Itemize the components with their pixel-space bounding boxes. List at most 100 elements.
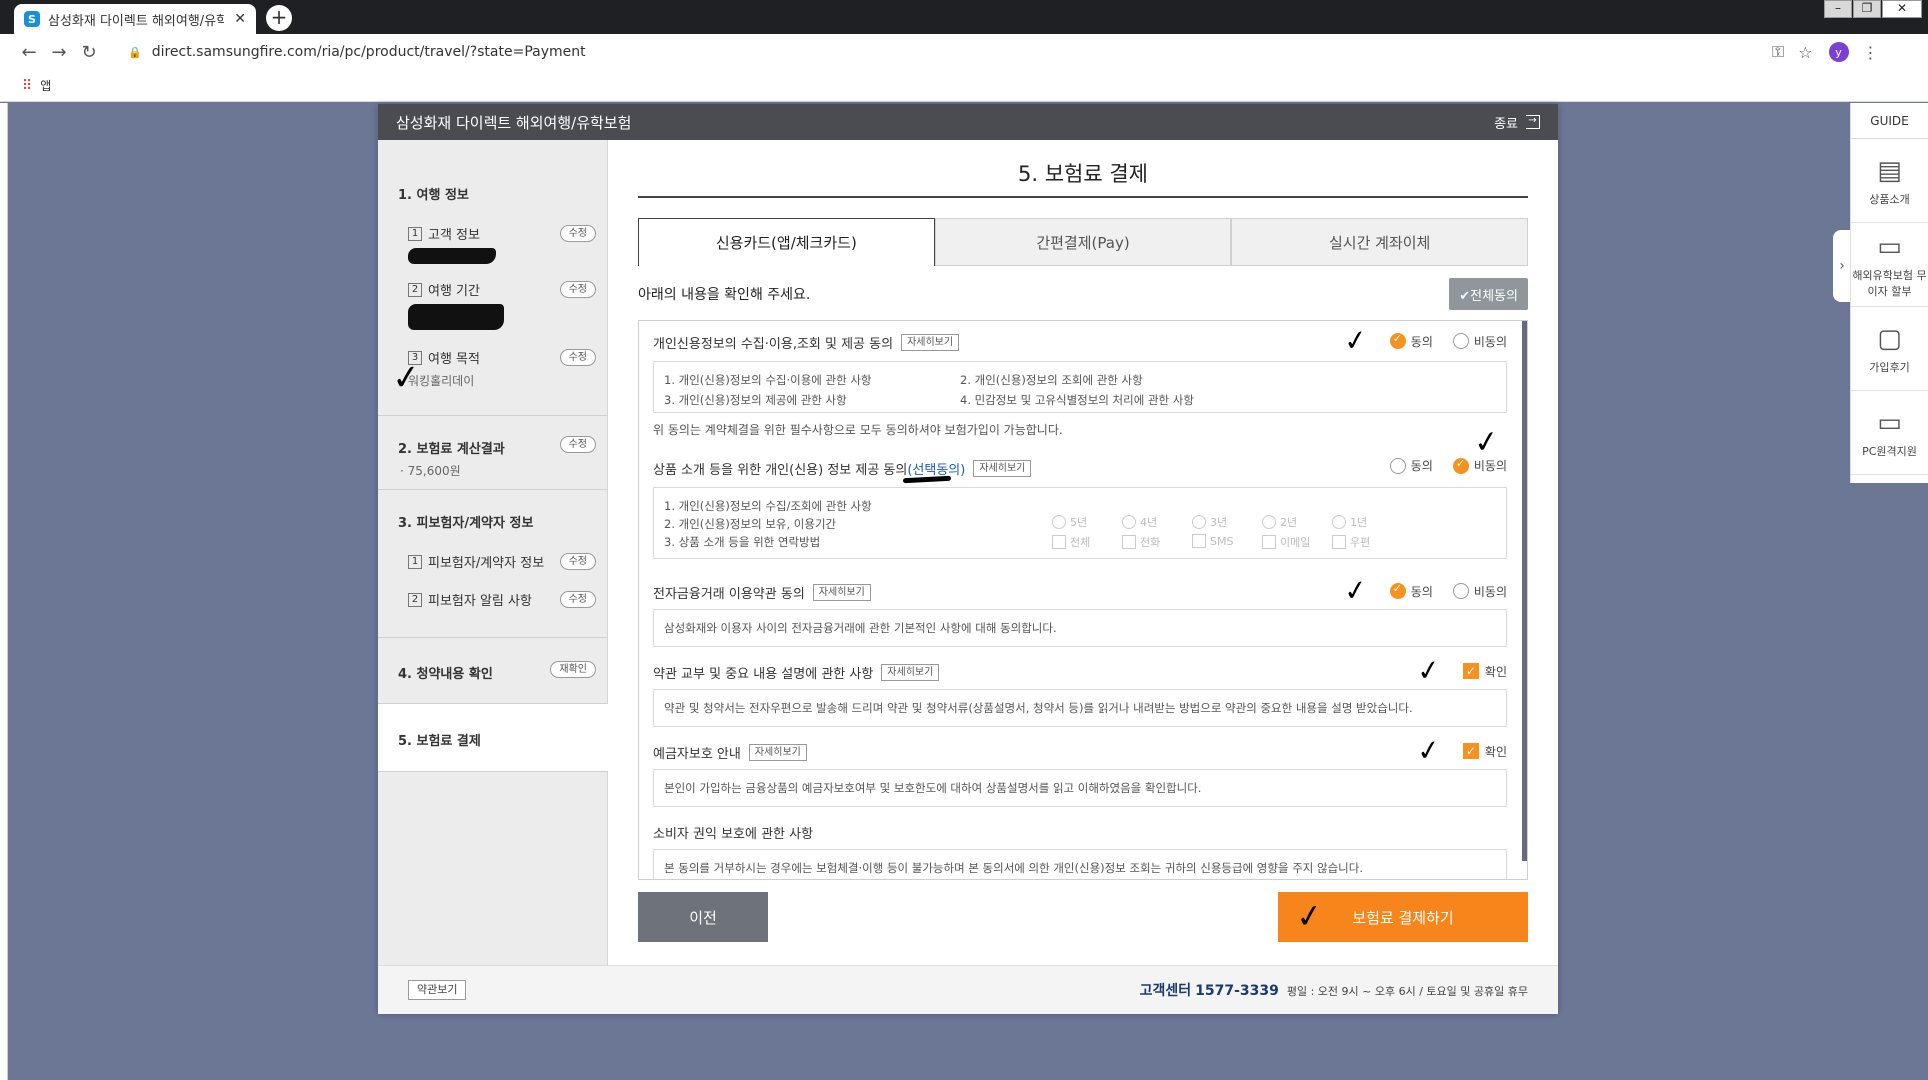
tab-easy-pay[interactable]: 간편결제(Pay) [934, 218, 1232, 266]
pay-premium-button[interactable]: ✓ 보험료 결제하기 [1278, 892, 1528, 942]
agree-radio[interactable]: 동의 [1389, 582, 1433, 600]
sidebar-item-insured-notice[interactable]: 2 피보험자 알림 사항 [408, 590, 532, 609]
confirm-checkbox[interactable]: ✓ 확인 [1462, 743, 1507, 760]
period-1y-radio[interactable]: 1년 [1332, 514, 1367, 530]
redaction-scribble [408, 248, 496, 264]
consent-title-text: 예금자보호 안내 [653, 747, 741, 762]
view-terms-button[interactable]: 약관보기 [408, 980, 467, 1000]
agree-radio[interactable]: 동의 [1389, 457, 1433, 474]
disagree-radio[interactable]: 비동의 [1452, 583, 1507, 600]
consent-details-box: 본인이 가입하는 금융상품의 예금자보호여부 및 보호한도에 대하여 상품설명서… [653, 769, 1507, 807]
sidebar-step-2-title[interactable]: 2. 보험료 계산결과 [398, 438, 505, 457]
consent-details-box: 1. 개인(신용)정보의 수집/조회에 관한 사항 2. 개인(신용)정보의 보… [653, 487, 1507, 559]
guide-item-remote-support[interactable]: ▭ PC원격지원 [1851, 391, 1928, 475]
guide-item-installment[interactable]: ▭ 해외유학보험 무이자 할부 [1851, 223, 1928, 307]
step-sidebar: 1. 여행 정보 1 고객 정보 수정 2 여행 기간 수정 3 여행 목적 수… [378, 140, 608, 965]
restore-icon[interactable]: ❐ [1853, 0, 1881, 18]
detail-view-button[interactable]: 자세히보기 [812, 584, 871, 601]
period-2y-radio[interactable]: 2년 [1262, 514, 1297, 530]
consent-title-text: 소비자 권익 보호에 관한 사항 [653, 827, 814, 842]
checkbox-disabled-icon [1052, 535, 1066, 549]
edit-premium-button[interactable]: 수정 [559, 436, 596, 453]
detail-view-button[interactable]: 자세히보기 [973, 460, 1032, 477]
tab-credit-card[interactable]: 신용카드(앱/체크카드) [638, 218, 935, 266]
detail-view-button[interactable]: 자세히보기 [881, 664, 940, 681]
radio-checked-icon [1389, 582, 1406, 599]
confirm-checkbox[interactable]: ✓ 확인 [1462, 663, 1507, 680]
detail-view-button[interactable]: 자세히보기 [901, 334, 960, 351]
forward-icon[interactable]: → [44, 42, 74, 63]
agree-all-button[interactable]: ✔전체동의 [1449, 278, 1528, 310]
popup-title: 삼성화재 다이렉트 해외여행/유학보험 [396, 113, 632, 132]
guide-item-product-intro[interactable]: ▤ 상품소개 [1851, 139, 1928, 223]
sidebar-step-5-title[interactable]: 5. 보험료 결제 [398, 730, 481, 749]
period-label: 4년 [1140, 516, 1158, 529]
consent-item: 2. 개인(신용)정보의 조회에 관한 사항 [960, 373, 1143, 387]
period-5y-radio[interactable]: 5년 [1052, 514, 1087, 530]
bookmarks-bar: ⠿ 앱 [0, 70, 1928, 102]
guide-toggle-chevron-icon[interactable]: › [1833, 230, 1851, 302]
edit-insured-notice-button[interactable]: 수정 [559, 591, 596, 608]
consent-item: 4. 민감정보 및 고유식별정보의 처리에 관한 사항 [960, 393, 1194, 407]
edit-travel-purpose-button[interactable]: 수정 [559, 349, 596, 366]
scrollbar[interactable] [1522, 321, 1527, 861]
profile-avatar[interactable]: y [1828, 42, 1849, 62]
sidebar-item-customer-info[interactable]: 1 고객 정보 [408, 224, 480, 243]
disagree-radio[interactable]: 비동의 [1452, 333, 1507, 350]
exit-button[interactable]: 종료 → [1494, 113, 1540, 132]
sidebar-item-insured-contractor[interactable]: 1 피보험자/계약자 정보 [408, 552, 544, 571]
edit-travel-period-button[interactable]: 수정 [559, 281, 596, 298]
recheck-button[interactable]: 재확인 [550, 661, 596, 678]
consent-scroll-area[interactable]: 개인신용정보의 수집·이용,조회 및 제공 동의 자세히보기 ✓ 동의 비동의 … [638, 320, 1528, 880]
apps-bookmark[interactable]: 앱 [40, 77, 51, 94]
edit-insured-contractor-button[interactable]: 수정 [559, 553, 596, 570]
tab-close-icon[interactable]: ✕ [234, 11, 246, 27]
address-bar[interactable]: 🔒 direct.samsungfire.com/ria/pc/product/… [118, 38, 1758, 66]
apps-grid-icon[interactable]: ⠿ [22, 78, 32, 94]
sidebar-step-3-title[interactable]: 3. 피보험자/계약자 정보 [398, 512, 533, 531]
checkbox-checked-icon: ✓ [1462, 743, 1479, 759]
sidebar-step-1-title[interactable]: 1. 여행 정보 [398, 184, 469, 203]
consent-details-box: 삼성화재와 이용자 사이의 전자금융거래에 관한 기본적인 사항에 대해 동의합… [653, 609, 1507, 647]
optional-consent-link[interactable]: (선택동의) [907, 459, 965, 478]
method-phone-checkbox[interactable]: 전화 [1122, 534, 1160, 550]
consent-choices: ✓ 동의 비동의 [1342, 573, 1507, 609]
period-3y-radio[interactable]: 3년 [1192, 514, 1227, 530]
consent-item: 2. 개인(신용)정보의 보유, 이용기간 [664, 517, 837, 531]
reload-icon[interactable]: ↻ [74, 42, 104, 63]
method-sms-checkbox[interactable]: SMS [1192, 534, 1233, 548]
redaction-scribble [408, 304, 504, 330]
url-text: direct.samsungfire.com/ria/pc/product/tr… [151, 44, 586, 60]
agree-radio[interactable]: 동의 [1389, 332, 1433, 350]
sidebar-item-label: 여행 목적 [428, 352, 480, 367]
minimize-icon[interactable]: – [1824, 0, 1852, 18]
handwritten-check-icon: ✓ [1342, 322, 1370, 359]
handwritten-check-icon: ✓ [1415, 652, 1444, 689]
sidebar-item-travel-period[interactable]: 2 여행 기간 [408, 280, 480, 299]
radio-empty-icon [1452, 583, 1469, 599]
window-close-icon[interactable]: ✕ [1882, 0, 1922, 18]
star-icon[interactable]: ☆ [1798, 43, 1812, 62]
consent-details-box: 본 동의를 거부하시는 경우에는 보험체결·이행 등이 불가능하며 본 동의서에… [653, 849, 1507, 879]
guide-item-reviews[interactable]: ▢ 가입후기 [1851, 307, 1928, 391]
edit-customer-info-button[interactable]: 수정 [559, 225, 596, 242]
method-mail-checkbox[interactable]: 우편 [1332, 534, 1370, 550]
menu-kebab-icon[interactable]: ⋮ [1863, 43, 1879, 62]
method-email-checkbox[interactable]: 이메일 [1262, 534, 1310, 550]
prev-button[interactable]: 이전 [638, 892, 768, 942]
tab-bank-transfer[interactable]: 실시간 계좌이체 [1231, 218, 1529, 266]
checkbox-label: 확인 [1484, 664, 1507, 679]
period-4y-radio[interactable]: 4년 [1122, 514, 1157, 530]
new-tab-button[interactable]: + [266, 5, 292, 31]
browser-tab[interactable]: S 삼성화재 다이렉트 해외여행/유학보험 ✕ [14, 4, 256, 34]
method-all-checkbox[interactable]: 전체 [1052, 534, 1090, 550]
sidebar-section-travel-info: 1. 여행 정보 1 고객 정보 수정 2 여행 기간 수정 3 여행 목적 수… [378, 140, 608, 416]
detail-view-button[interactable]: 자세히보기 [748, 744, 807, 761]
browser-toolbar: ← → ↻ 🔒 direct.samsungfire.com/ria/pc/pr… [0, 34, 1928, 70]
pay-premium-label: 보험료 결제하기 [1352, 908, 1454, 927]
back-icon[interactable]: ← [14, 42, 44, 63]
checkbox-disabled-icon [1332, 535, 1346, 549]
consent-title: 상품 소개 등을 위한 개인(신용) 정보 제공 동의 (선택동의) 자세히보기 [653, 459, 1032, 478]
key-icon[interactable]: ⚿ [1772, 42, 1784, 62]
sidebar-step-4-title[interactable]: 4. 청약내용 확인 [398, 663, 493, 682]
